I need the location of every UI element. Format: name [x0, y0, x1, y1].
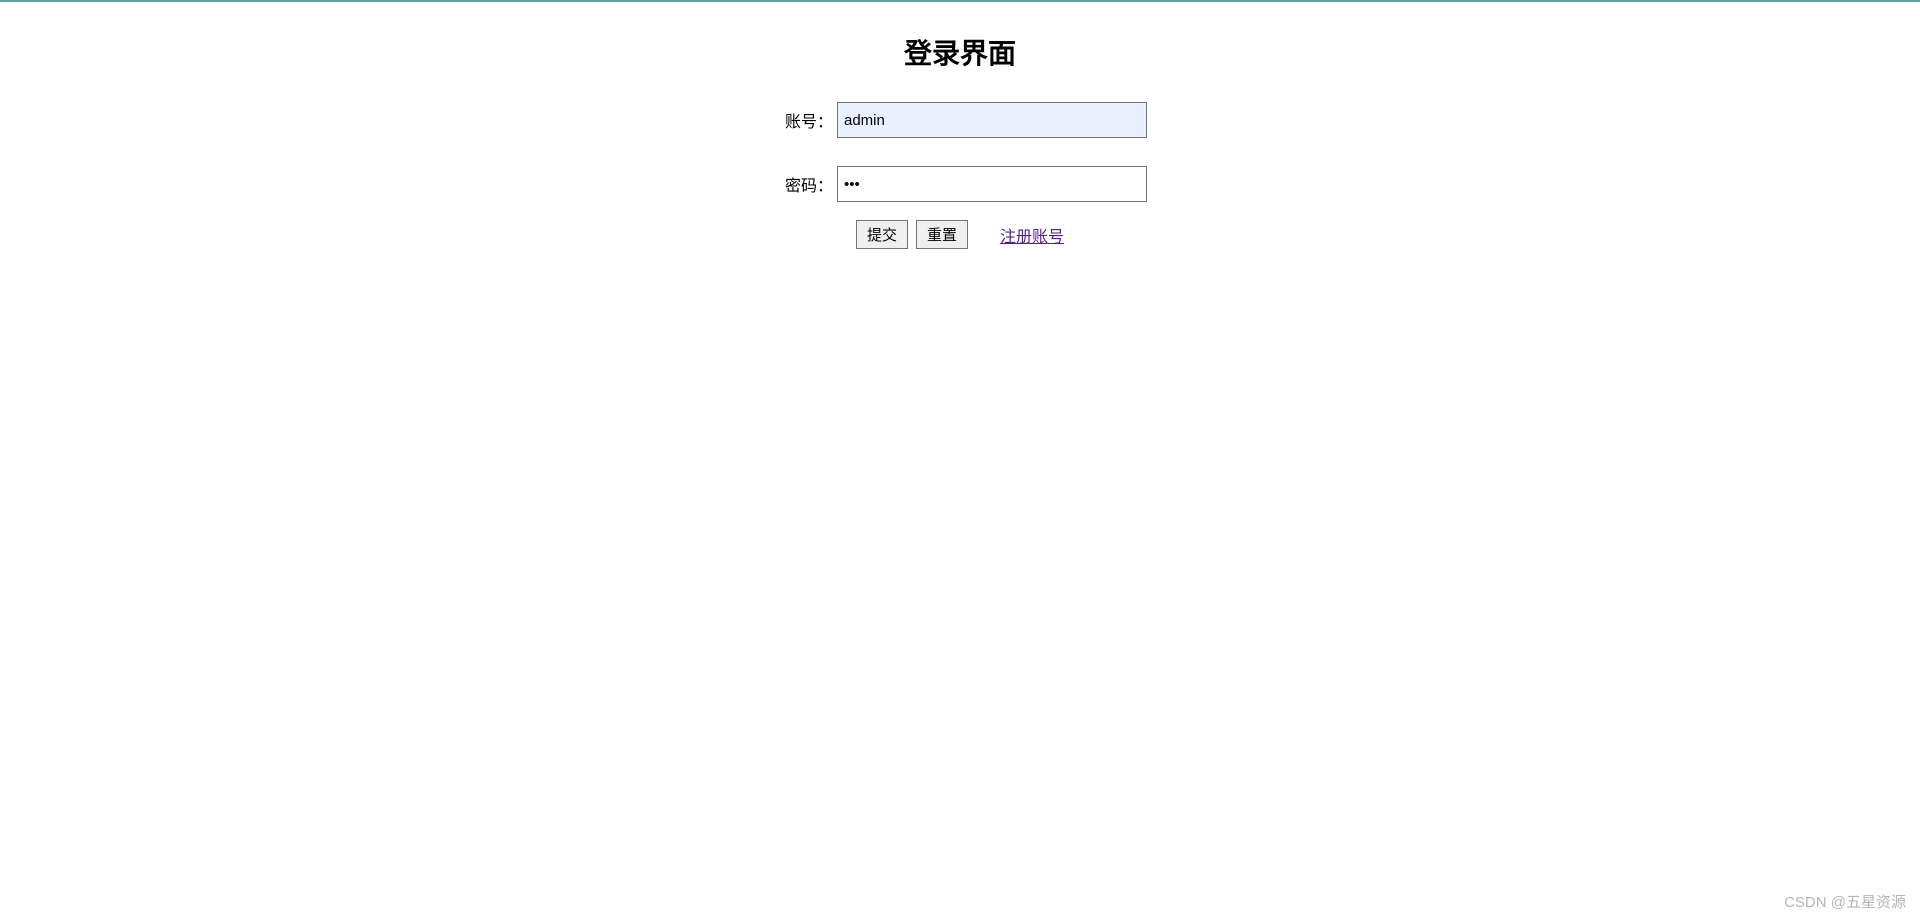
register-link[interactable]: 注册账号	[1000, 223, 1064, 247]
password-label: 密码：	[773, 172, 833, 196]
reset-button[interactable]: 重置	[916, 220, 968, 249]
watermark-text: CSDN @五星资源	[1784, 891, 1906, 912]
submit-button[interactable]: 提交	[856, 220, 908, 249]
username-input[interactable]	[837, 102, 1147, 138]
page-title: 登录界面	[0, 32, 1920, 72]
username-label: 账号：	[773, 108, 833, 132]
action-row: 提交 重置 注册账号	[0, 220, 1920, 249]
password-row: 密码：	[0, 166, 1920, 202]
login-container: 登录界面 账号： 密码： 提交 重置 注册账号	[0, 2, 1920, 249]
username-row: 账号：	[0, 102, 1920, 138]
password-input[interactable]	[837, 166, 1147, 202]
